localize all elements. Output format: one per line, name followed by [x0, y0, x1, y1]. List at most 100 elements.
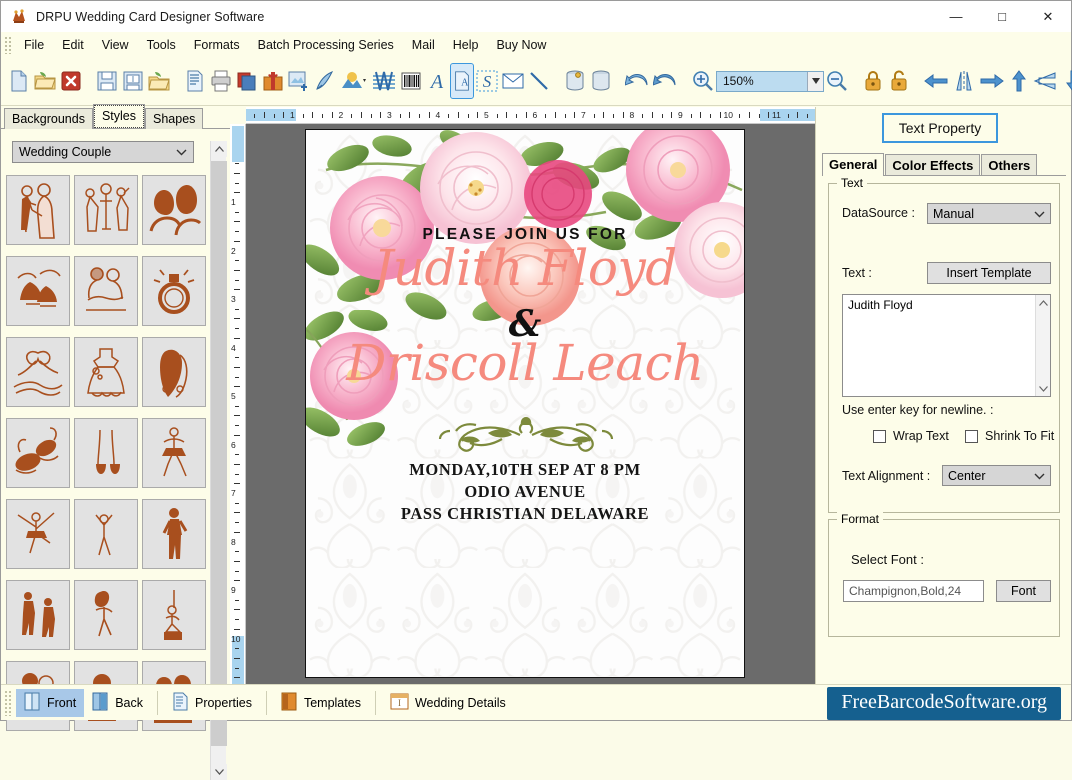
- chevron-down-icon[interactable]: [807, 71, 823, 91]
- align-right-button[interactable]: [979, 64, 1005, 98]
- tab-backgrounds[interactable]: Backgrounds: [4, 108, 93, 129]
- style-thumbnail-couple-portrait[interactable]: [142, 175, 206, 245]
- design-canvas[interactable]: PLEASE JOIN US FOR Judith Floyd & Drisco…: [246, 124, 815, 684]
- envelope-button[interactable]: [501, 64, 525, 98]
- menu-batch-processing-series[interactable]: Batch Processing Series: [249, 35, 403, 55]
- style-thumbnail-bride-veil[interactable]: [142, 337, 206, 407]
- menu-file[interactable]: File: [15, 35, 53, 55]
- close-button[interactable]: ✕: [1025, 1, 1071, 32]
- statusbar-item-templates[interactable]: Templates: [273, 689, 369, 717]
- shrink-to-fit-checkbox-row[interactable]: Shrink To Fit: [965, 429, 1054, 443]
- menu-edit[interactable]: Edit: [53, 35, 93, 55]
- style-thumbnail-dancer-stretch[interactable]: [74, 499, 138, 569]
- menu-buy-now[interactable]: Buy Now: [487, 35, 555, 55]
- style-thumbnail-bride-groom-dancing[interactable]: [6, 175, 70, 245]
- menu-mail[interactable]: Mail: [403, 35, 444, 55]
- style-thumbnail-wedding-bells[interactable]: [6, 256, 70, 326]
- close-document-button[interactable]: [59, 64, 83, 98]
- new-document-button[interactable]: [7, 64, 31, 98]
- wrap-text-checkbox[interactable]: [873, 429, 886, 443]
- card-detail-line-3[interactable]: PASS CHRISTIAN DELAWARE: [306, 503, 744, 525]
- tab-general[interactable]: General: [822, 153, 885, 176]
- menu-help[interactable]: Help: [444, 35, 488, 55]
- scroll-up-icon[interactable]: [1036, 295, 1051, 310]
- menu-view[interactable]: View: [93, 35, 138, 55]
- tab-shapes[interactable]: Shapes: [145, 108, 204, 129]
- wrap-text-checkbox-row[interactable]: Wrap Text: [873, 429, 949, 443]
- style-thumbnail-wedding-party[interactable]: [74, 175, 138, 245]
- style-thumbnail-dancer-kneeling[interactable]: [142, 580, 206, 650]
- scroll-down-icon[interactable]: [1036, 381, 1051, 396]
- statusbar-item-properties[interactable]: Properties: [164, 689, 260, 717]
- barcode-button[interactable]: [399, 64, 423, 98]
- lock-closed-button[interactable]: [861, 64, 885, 98]
- style-thumbnail-bridal-gown[interactable]: [74, 337, 138, 407]
- card-name-1[interactable]: Judith Floyd: [306, 243, 744, 293]
- scrollbar-thumb[interactable]: [211, 161, 227, 746]
- tab-styles[interactable]: Styles: [92, 104, 146, 129]
- maximize-button[interactable]: □: [979, 1, 1025, 32]
- database-button[interactable]: [589, 64, 613, 98]
- tab-others[interactable]: Others: [981, 154, 1038, 176]
- save-as-button[interactable]: I: [121, 64, 145, 98]
- card-detail-line-2[interactable]: ODIO AVENUE: [306, 481, 744, 503]
- line-button[interactable]: [527, 64, 551, 98]
- watermark-button[interactable]: [371, 64, 397, 98]
- align-center-vertical-button[interactable]: [951, 64, 977, 98]
- style-thumbnail-ballerina-arabesque[interactable]: [6, 499, 70, 569]
- style-thumbnail-couple-hug[interactable]: [74, 256, 138, 326]
- font-value-field[interactable]: Champignon,Bold,24: [843, 580, 984, 602]
- insert-image-button[interactable]: [287, 64, 311, 98]
- statusbar-grip[interactable]: [4, 689, 12, 716]
- gift-button[interactable]: [261, 64, 285, 98]
- text-italic-button[interactable]: A: [425, 64, 449, 98]
- print-button[interactable]: [209, 64, 233, 98]
- database-settings-button[interactable]: [563, 64, 587, 98]
- card-detail-line-1[interactable]: MONDAY,10TH SEP AT 8 PM: [306, 459, 744, 481]
- textarea-scrollbar[interactable]: [1035, 295, 1050, 396]
- menu-grip[interactable]: [4, 35, 13, 54]
- statusbar-item-wedding-details[interactable]: I Wedding Details: [382, 689, 514, 717]
- zoom-combobox[interactable]: 150%: [716, 70, 824, 92]
- style-thumbnail-ribbon-bow[interactable]: [6, 337, 70, 407]
- tab-color-effects[interactable]: Color Effects: [885, 154, 981, 176]
- save-button[interactable]: [95, 64, 119, 98]
- undo-button[interactable]: [625, 64, 651, 98]
- style-thumbnail-ballet-shoes[interactable]: [6, 418, 70, 488]
- open-folder-button[interactable]: [33, 64, 57, 98]
- align-bottom-button[interactable]: [1061, 64, 1072, 98]
- insert-template-button[interactable]: Insert Template: [927, 262, 1051, 284]
- lock-open-button[interactable]: [887, 64, 911, 98]
- shrink-to-fit-checkbox[interactable]: [965, 429, 978, 443]
- style-thumbnail-dancer-standing[interactable]: [142, 499, 206, 569]
- zoom-in-button[interactable]: [691, 64, 715, 98]
- menu-tools[interactable]: Tools: [138, 35, 185, 55]
- text-textarea[interactable]: Judith Floyd: [842, 294, 1051, 397]
- style-thumbnail-engagement-ring[interactable]: [142, 256, 206, 326]
- text-alignment-select[interactable]: Center: [942, 465, 1051, 486]
- statusbar-item-back[interactable]: Back: [84, 689, 151, 717]
- style-thumbnail-pointe-shoes[interactable]: [74, 418, 138, 488]
- statusbar-item-front[interactable]: Front: [16, 688, 85, 717]
- align-left-button[interactable]: [923, 64, 949, 98]
- scroll-down-icon[interactable]: [211, 764, 227, 780]
- menu-formats[interactable]: Formats: [185, 35, 249, 55]
- style-thumbnail-dancers-pair[interactable]: [6, 580, 70, 650]
- picture-shape-button[interactable]: [339, 64, 369, 98]
- card-name-2[interactable]: Driscoll Leach: [306, 338, 744, 388]
- brand-badge[interactable]: FreeBarcodeSoftware.org: [827, 687, 1061, 720]
- zoom-out-button[interactable]: [825, 64, 849, 98]
- text-document-button[interactable]: [183, 64, 207, 98]
- style-thumbnail-ballerina-pose[interactable]: [142, 418, 206, 488]
- redo-button[interactable]: [653, 64, 679, 98]
- export-folder-button[interactable]: [147, 64, 171, 98]
- align-middle-horizontal-button[interactable]: [1033, 64, 1059, 98]
- wedding-card[interactable]: PLEASE JOIN US FOR Judith Floyd & Drisco…: [305, 129, 745, 678]
- minimize-button[interactable]: —: [933, 1, 979, 32]
- style-thumbnail-dancer-curtsy[interactable]: [74, 580, 138, 650]
- font-button[interactable]: Font: [996, 580, 1051, 602]
- text-frame-button[interactable]: A: [450, 63, 474, 99]
- pen-button[interactable]: [313, 64, 337, 98]
- copy-layers-button[interactable]: [235, 64, 259, 98]
- scroll-up-icon[interactable]: [211, 141, 227, 157]
